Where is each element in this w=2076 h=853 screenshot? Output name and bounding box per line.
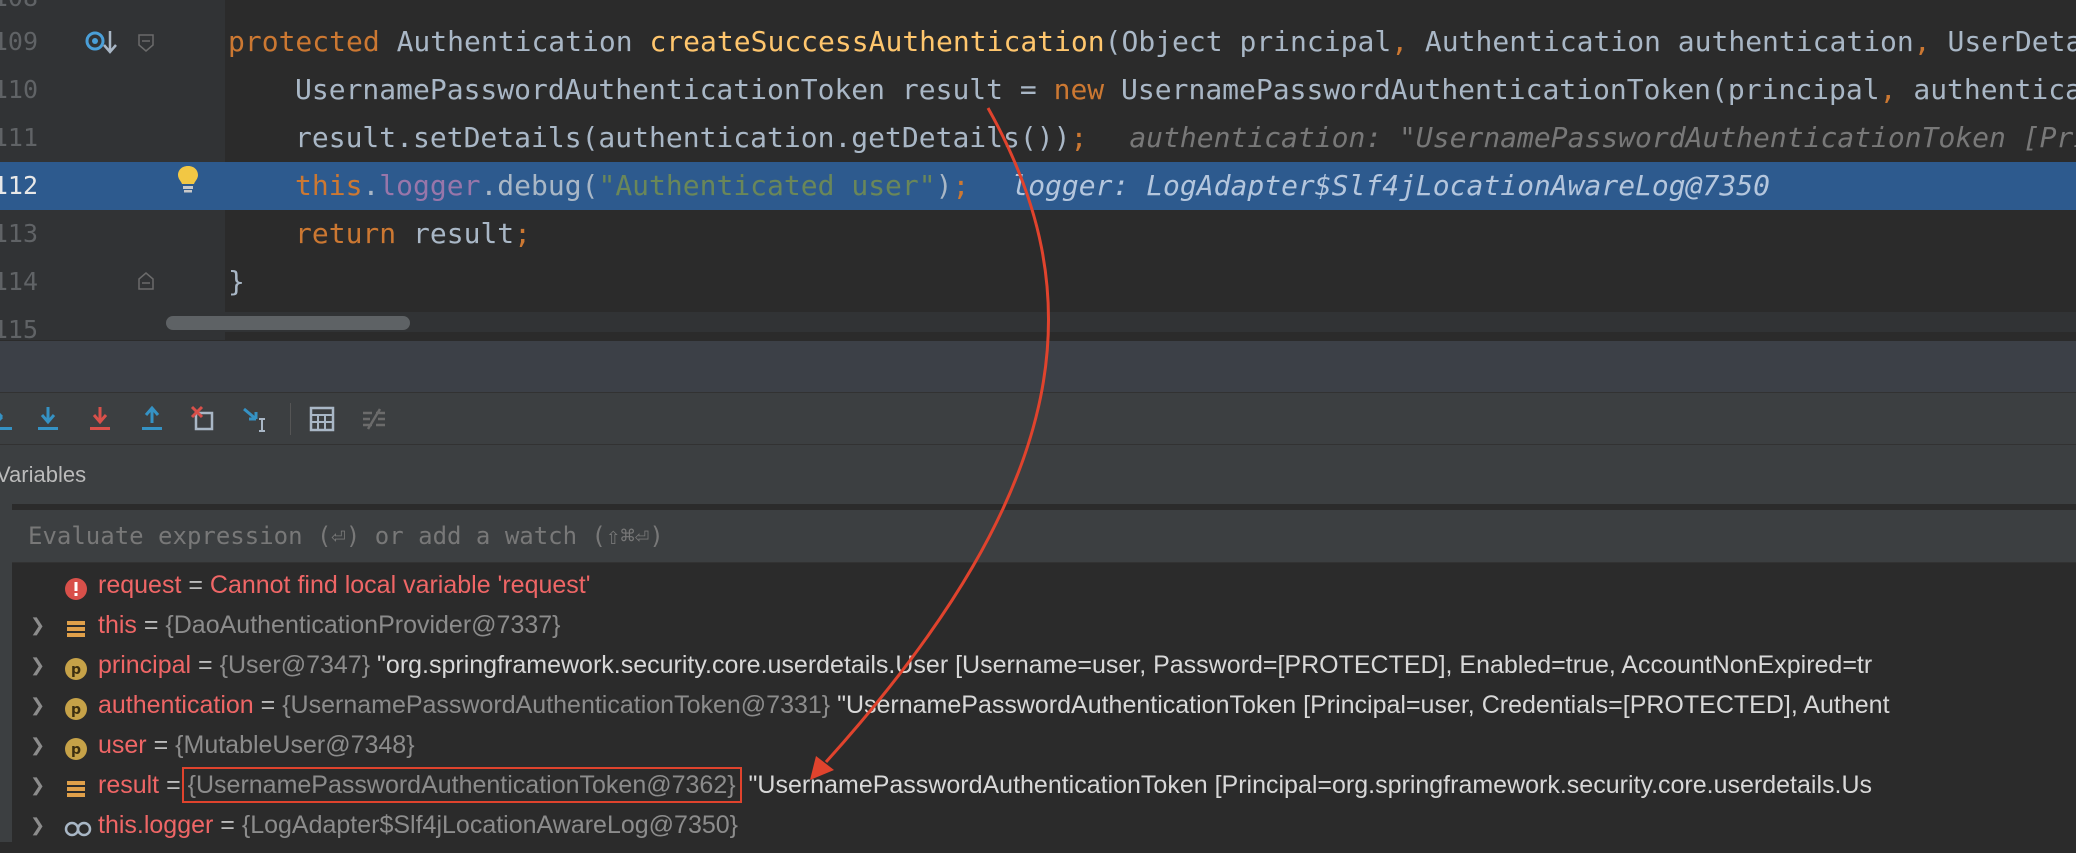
variable-row[interactable]: ❯ result = {UsernamePasswordAuthenticatio… (12, 765, 2076, 805)
debug-toolbar (0, 392, 2076, 445)
line-number: 113 (0, 219, 38, 248)
parameter-icon: p (64, 733, 88, 760)
variable-name: principal (98, 651, 192, 679)
evaluate-expression-icon[interactable] (302, 399, 342, 439)
code-text: UsernamePasswordAuthenticationToken resu… (295, 73, 2076, 106)
variable-name: user (98, 731, 147, 759)
code-text: } (228, 265, 245, 298)
equals-sign: = (213, 811, 242, 839)
expand-chevron-icon[interactable]: ❯ (30, 645, 50, 685)
fold-icon[interactable] (138, 34, 154, 52)
expand-chevron-icon[interactable]: ❯ (30, 605, 50, 645)
code-line[interactable]: 114} (0, 258, 2076, 306)
lightbulb-icon[interactable] (176, 164, 200, 194)
variable-type: {UsernamePasswordAuthenticationToken@733… (282, 691, 831, 719)
variable-type: {DaoAuthenticationProvider@7337} (165, 611, 561, 639)
code-text: this.logger.debug("Authenticated user");… (295, 169, 1770, 202)
variable-name: request (98, 571, 182, 599)
field-icon (64, 613, 88, 637)
equals-sign: = (253, 691, 283, 719)
expand-chevron-icon[interactable]: ❯ (30, 805, 50, 845)
watch-icon (64, 813, 92, 837)
highlighted-variable-type: {UsernamePasswordAuthenticationToken@736… (181, 767, 742, 803)
variable-name: this (98, 611, 137, 639)
equals-sign: = (191, 651, 220, 679)
variable-error: Cannot find local variable 'request' (209, 571, 591, 599)
drop-frame-icon[interactable] (184, 399, 224, 439)
line-number: 112 (0, 171, 38, 200)
code-text: protected Authentication createSuccessAu… (228, 25, 2076, 58)
line-number: 115 (0, 315, 38, 340)
variable-value: "UsernamePasswordAuthenticationToken [Pr… (741, 771, 1873, 799)
code-editor[interactable]: 108 109protected Authentication createSu… (0, 0, 2076, 340)
expand-chevron-icon[interactable]: ❯ (30, 765, 50, 805)
line-number: 114 (0, 267, 38, 296)
line-number: 109 (0, 27, 38, 56)
variable-value: "org.springframework.security.core.userd… (370, 651, 1873, 679)
variable-name: authentication (98, 691, 254, 719)
variable-value: "UsernamePasswordAuthenticationToken [Pr… (830, 691, 1890, 719)
code-text: return result; (295, 217, 532, 250)
variable-type: {LogAdapter$Slf4jLocationAwareLog@7350} (241, 811, 739, 839)
inline-debug-value: logger: LogAdapter$Slf4jLocationAwareLog… (1011, 169, 1770, 202)
variable-row[interactable]: ❯ p principal = {User@7347} "org.springfra… (12, 645, 2076, 685)
parameter-icon: p (64, 693, 88, 720)
force-step-into-icon[interactable] (80, 399, 120, 439)
step-into-icon[interactable] (28, 399, 68, 439)
debug-tool-header (0, 340, 2076, 393)
inline-debug-value: authentication: "UsernamePasswordAuthent… (1129, 121, 2076, 154)
step-out-icon[interactable] (132, 399, 172, 439)
variables-header: Variables (0, 444, 2076, 505)
code-line[interactable]: 109 protected Authentication createSucces… (0, 18, 2076, 66)
run-to-cursor-icon[interactable] (236, 399, 276, 439)
current-execution-line[interactable]: 112 this.logger.debug("Authenticated user… (0, 162, 2076, 210)
svg-text:p: p (71, 742, 81, 758)
variable-row[interactable]: request = Cannot find local variable 're… (12, 565, 2076, 605)
equals-sign: = (146, 731, 176, 759)
variable-type: {MutableUser@7348} (175, 731, 415, 759)
code-line[interactable]: 113 return result; (0, 210, 2076, 258)
equals-sign: = (136, 611, 166, 639)
evaluate-expression-bar (12, 510, 2076, 563)
trace-icon[interactable] (354, 399, 394, 439)
expand-chevron-icon[interactable]: ❯ (30, 685, 50, 725)
code-text: result.setDetails(authentication.getDeta… (295, 114, 2076, 162)
expand-chevron-icon[interactable]: ❯ (30, 725, 50, 765)
scrollbar-thumb[interactable] (166, 316, 410, 330)
line-number: 111 (0, 123, 38, 152)
field-icon (64, 773, 88, 797)
step-over-icon[interactable] (0, 399, 22, 439)
variable-row[interactable]: ❯ p authentication = {UsernamePasswordAuth… (12, 685, 2076, 725)
code-line[interactable]: 110 UsernamePasswordAuthenticationToken r… (0, 66, 2076, 114)
parameter-icon: p (64, 653, 88, 680)
evaluate-expression-input[interactable] (28, 510, 1828, 562)
variable-name: this.logger (98, 811, 214, 839)
variable-row[interactable]: ❯ this = {DaoAuthenticationProvider@7337} (12, 605, 2076, 645)
code-line[interactable]: 111 result.setDetails(authentication.getD… (0, 114, 2076, 162)
variable-name: result (98, 771, 160, 799)
variable-type: {User@7347} (219, 651, 371, 679)
svg-text:p: p (71, 662, 81, 678)
svg-text:p: p (71, 702, 81, 718)
fold-end-icon[interactable] (138, 272, 154, 290)
variable-row[interactable]: ❯ this.logger = {LogAdapter$Slf4jLocation… (12, 805, 2076, 845)
line-number: 110 (0, 75, 38, 104)
horizontal-scrollbar[interactable] (160, 312, 2076, 332)
variables-title: Variables (0, 462, 87, 487)
equals-sign: = (181, 571, 210, 599)
method-override-icon[interactable] (84, 28, 120, 58)
variable-row[interactable]: ❯ p user = {MutableUser@7348} (12, 725, 2076, 765)
error-icon (64, 573, 88, 600)
